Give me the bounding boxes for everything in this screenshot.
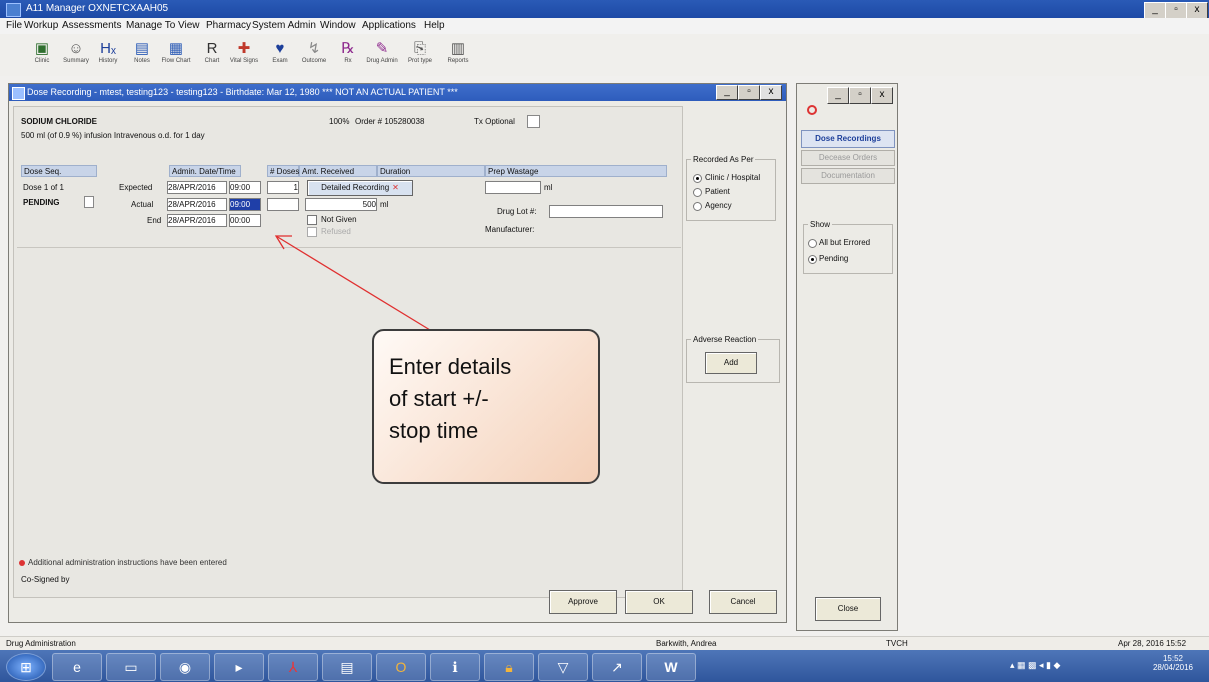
- taskbar-outlook[interactable]: O: [376, 653, 426, 681]
- taskbar-filter[interactable]: ▽: [538, 653, 588, 681]
- callout-text: Enter details of start +/- stop time: [389, 354, 512, 443]
- windows-icon: ⊞: [20, 659, 32, 675]
- chrome-icon: ◉: [178, 659, 192, 675]
- word-icon: W: [664, 659, 678, 675]
- callout-box: Enter details of start +/- stop time: [372, 329, 600, 484]
- info-app-icon: ℹ: [452, 659, 458, 675]
- clock[interactable]: 15:52 28/04/2016: [1148, 654, 1198, 672]
- clock-date: 28/04/2016: [1152, 663, 1194, 672]
- lock-icon: 🔒︎: [505, 659, 513, 675]
- taskbar-ie[interactable]: e: [52, 653, 102, 681]
- annotation-arrow: [274, 235, 431, 331]
- folder-icon: ▭: [124, 659, 138, 675]
- taskbar-acrobat[interactable]: ⅄: [268, 653, 318, 681]
- taskbar-explorer[interactable]: ▭: [106, 653, 156, 681]
- taskbar: ⊞ e ▭ ◉ ▸ ⅄ ▤ O ℹ 🔒︎ ▽ ↗ W ▴ ▦ ▩ ◂ ▮ ◆ 1…: [0, 650, 1209, 682]
- clock-time: 15:52: [1162, 654, 1184, 663]
- taskbar-chart-app[interactable]: ↗: [592, 653, 642, 681]
- taskbar-word[interactable]: W: [646, 653, 696, 681]
- chart-app-icon: ↗: [611, 659, 623, 675]
- status-user: Barkwith, Andrea: [656, 639, 717, 648]
- taskbar-security[interactable]: 🔒︎: [484, 653, 534, 681]
- taskbar-chrome[interactable]: ◉: [160, 653, 210, 681]
- taskbar-app6[interactable]: ▤: [322, 653, 372, 681]
- ie-icon: e: [73, 659, 81, 675]
- status-bar: Drug Administration Barkwith, Andrea TVC…: [0, 636, 1209, 651]
- tray-icons[interactable]: ▴ ▦ ▩ ◂ ▮ ◆: [1010, 660, 1100, 672]
- app-icon-6: ▤: [340, 659, 354, 675]
- media-icon: ▸: [235, 659, 243, 675]
- taskbar-media[interactable]: ▸: [214, 653, 264, 681]
- filter-icon: ▽: [557, 659, 569, 675]
- taskbar-info[interactable]: ℹ: [430, 653, 480, 681]
- status-datetime: Apr 28, 2016 15:52: [1118, 639, 1187, 648]
- outlook-icon: O: [395, 659, 407, 675]
- status-site: TVCH: [886, 639, 908, 648]
- status-module: Drug Administration: [6, 639, 76, 648]
- acrobat-icon: ⅄: [288, 659, 298, 675]
- start-button[interactable]: ⊞: [6, 653, 46, 681]
